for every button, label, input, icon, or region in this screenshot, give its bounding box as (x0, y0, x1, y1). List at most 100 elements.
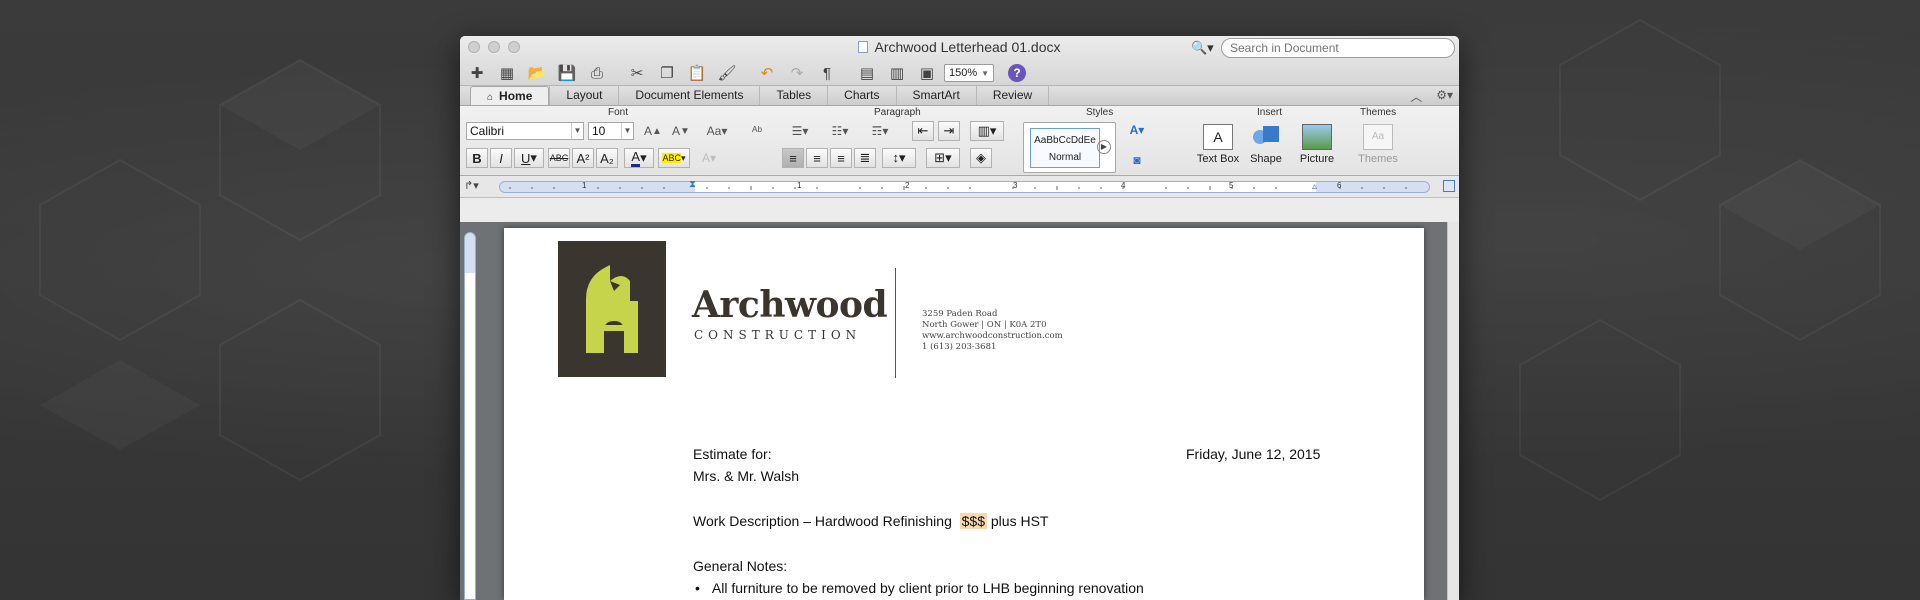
paragraph-group-label: Paragraph (874, 107, 921, 118)
align-right-button[interactable]: ≡ (830, 148, 852, 168)
horizontal-ruler-bar: ↱▾ 1 1 2 3 4 5 6 ⧗ ▵ (460, 176, 1459, 198)
increase-indent-icon[interactable]: ⇥ (938, 121, 960, 141)
text-effects-icon[interactable]: A▾ (696, 148, 722, 168)
letterhead-divider (895, 268, 896, 378)
company-address: 3259 Paden Road North Gower | ON | K0A 2… (922, 309, 1063, 353)
vertical-scrollbar[interactable] (1447, 222, 1459, 600)
view-icon[interactable]: ▤ (854, 62, 880, 84)
style-preview: AaBbCcDdEe (1034, 135, 1096, 146)
grow-font-icon[interactable]: A ▲ (640, 121, 666, 141)
zoom-select[interactable]: 150% ▼ (944, 64, 995, 82)
tab-charts[interactable]: Charts (827, 86, 895, 105)
ribbon-home: Font Calibri ▼ 10 ▼ A ▲ A ▼ Aa▾ ᴬᵇ B I U ▾ AB… (460, 106, 1459, 176)
shading-icon[interactable]: ◈ (970, 148, 992, 168)
work-description: Work Description – Hardwood Refinishing … (693, 513, 1048, 529)
align-left-button[interactable]: ≡ (782, 148, 804, 168)
justify-button[interactable]: ≣ (854, 148, 876, 168)
new-document-icon[interactable]: ✚ (464, 62, 490, 84)
ruler-mark: 1 (797, 181, 802, 190)
subscript-button[interactable]: A₂ (596, 148, 618, 168)
ribbon-tabs: ⌂ Home Layout Document Elements Tables Ch… (460, 86, 1459, 106)
zoom-value: 150% (949, 67, 978, 79)
strikethrough-button[interactable]: ABC (548, 148, 570, 168)
right-indent-marker[interactable]: ▵ (1312, 181, 1317, 192)
chevron-down-icon: ▼ (981, 68, 990, 78)
document-area: Archwood CONSTRUCTION 3259 Paden Road No… (460, 222, 1459, 600)
insert-text-box-button[interactable]: A Text Box (1196, 124, 1240, 165)
gear-icon[interactable]: ⚙▾ (1436, 88, 1453, 105)
styles-group-label: Styles (1086, 107, 1114, 118)
estimate-for-label: Estimate for: (693, 446, 772, 462)
numbering-icon[interactable]: ☷▾ (822, 121, 858, 141)
columns-icon[interactable]: ▥▾ (970, 121, 1004, 141)
tab-tables[interactable]: Tables (759, 86, 827, 105)
print-icon[interactable]: ⎙ (584, 62, 610, 84)
insert-picture-button[interactable]: Picture (1294, 124, 1340, 165)
tab-review[interactable]: Review (975, 86, 1050, 105)
italic-button[interactable]: I (490, 148, 512, 168)
left-indent-marker[interactable]: ⧗ (689, 179, 696, 190)
cut-icon[interactable]: ✂ (624, 62, 650, 84)
highlight-button[interactable]: ABC ▾ (658, 148, 690, 168)
save-icon[interactable]: 💾 (554, 62, 580, 84)
window-title-text: Archwood Letterhead 01.docx (874, 39, 1061, 55)
font-name-select[interactable]: Calibri ▼ (466, 122, 584, 140)
general-notes-heading: General Notes: (693, 558, 788, 574)
underline-button[interactable]: U ▾ (514, 148, 544, 168)
format-painter-icon[interactable]: 🖌 (714, 62, 740, 84)
tab-smartart[interactable]: SmartArt (895, 86, 976, 105)
bold-button[interactable]: B (466, 148, 488, 168)
undo-icon[interactable]: ↶ (754, 62, 780, 84)
align-center-button[interactable]: ≡ (806, 148, 828, 168)
address-line: 3259 Paden Road (922, 309, 998, 319)
text-styles-icon[interactable]: A▾ (1124, 120, 1150, 140)
themes-button[interactable]: Aa Themes (1356, 124, 1400, 165)
manage-styles-icon[interactable]: ◙ (1124, 150, 1150, 170)
open-folder-icon[interactable]: 📂 (524, 62, 550, 84)
font-color-button[interactable]: A ▾ (624, 148, 654, 168)
decrease-indent-icon[interactable]: ⇤ (912, 121, 934, 141)
letter-date: Friday, June 12, 2015 (1186, 446, 1321, 462)
text-box-label: Text Box (1196, 153, 1240, 165)
multilevel-list-icon[interactable]: ☶▾ (862, 121, 898, 141)
shrink-font-icon[interactable]: A ▼ (668, 121, 694, 141)
sidebar-icon[interactable]: ▥ (884, 62, 910, 84)
templates-icon[interactable]: ▦ (494, 62, 520, 84)
document-page[interactable]: Archwood CONSTRUCTION 3259 Paden Road No… (504, 228, 1424, 600)
styles-gallery: AaBbCcDdEe Normal ▶ (1023, 122, 1116, 173)
paste-icon[interactable]: 📋 (684, 62, 710, 84)
archwood-logo (558, 241, 666, 377)
clear-formatting-icon[interactable]: ᴬᵇ (744, 121, 770, 141)
style-normal[interactable]: AaBbCcDdEe Normal (1030, 128, 1100, 168)
pilcrow-icon[interactable]: ¶ (814, 62, 840, 84)
address-line: North Gower | ON | K0A 2T0 (922, 320, 1047, 330)
tab-label: Home (499, 89, 533, 103)
horizontal-ruler[interactable]: 1 1 2 3 4 5 6 ⧗ ▵ (499, 179, 1430, 193)
bullets-icon[interactable]: ☰▾ (782, 121, 818, 141)
vertical-ruler[interactable] (464, 232, 476, 600)
tab-home[interactable]: ⌂ Home (470, 86, 550, 105)
collapse-ribbon-icon[interactable]: ︿ (1410, 88, 1422, 105)
redo-icon[interactable]: ↷ (784, 62, 810, 84)
help-icon[interactable]: ? (1008, 64, 1027, 82)
copy-icon[interactable]: ❐ (654, 62, 680, 84)
tab-selector-icon[interactable]: ↱▾ (464, 179, 479, 192)
insert-group-label: Insert (1257, 107, 1283, 118)
change-case-icon[interactable]: Aa▾ (700, 121, 734, 141)
line-spacing-icon[interactable]: ↕▾ (882, 148, 916, 168)
superscript-button[interactable]: A² (572, 148, 594, 168)
search-input[interactable] (1221, 38, 1455, 58)
tab-layout[interactable]: Layout (549, 86, 618, 105)
search-icon[interactable]: 🔍▾ (1191, 40, 1221, 56)
borders-icon[interactable]: ⊞▾ (926, 148, 960, 168)
search-box: 🔍▾ (1191, 38, 1455, 58)
tab-document-elements[interactable]: Document Elements (618, 86, 759, 105)
media-browser-icon[interactable]: ▣ (914, 62, 940, 84)
font-size-select[interactable]: 10 ▼ (588, 122, 634, 140)
style-name: Normal (1048, 152, 1082, 163)
word-window: Archwood Letterhead 01.docx ✚ ▦ 📂 💾 ⎙ ✂ … (460, 36, 1459, 600)
insert-shape-button[interactable]: Shape (1246, 124, 1286, 165)
play-icon[interactable]: ▶ (1097, 140, 1111, 154)
ruler-toggle-icon[interactable] (1443, 180, 1455, 192)
price-placeholder: $$$ (959, 513, 987, 529)
